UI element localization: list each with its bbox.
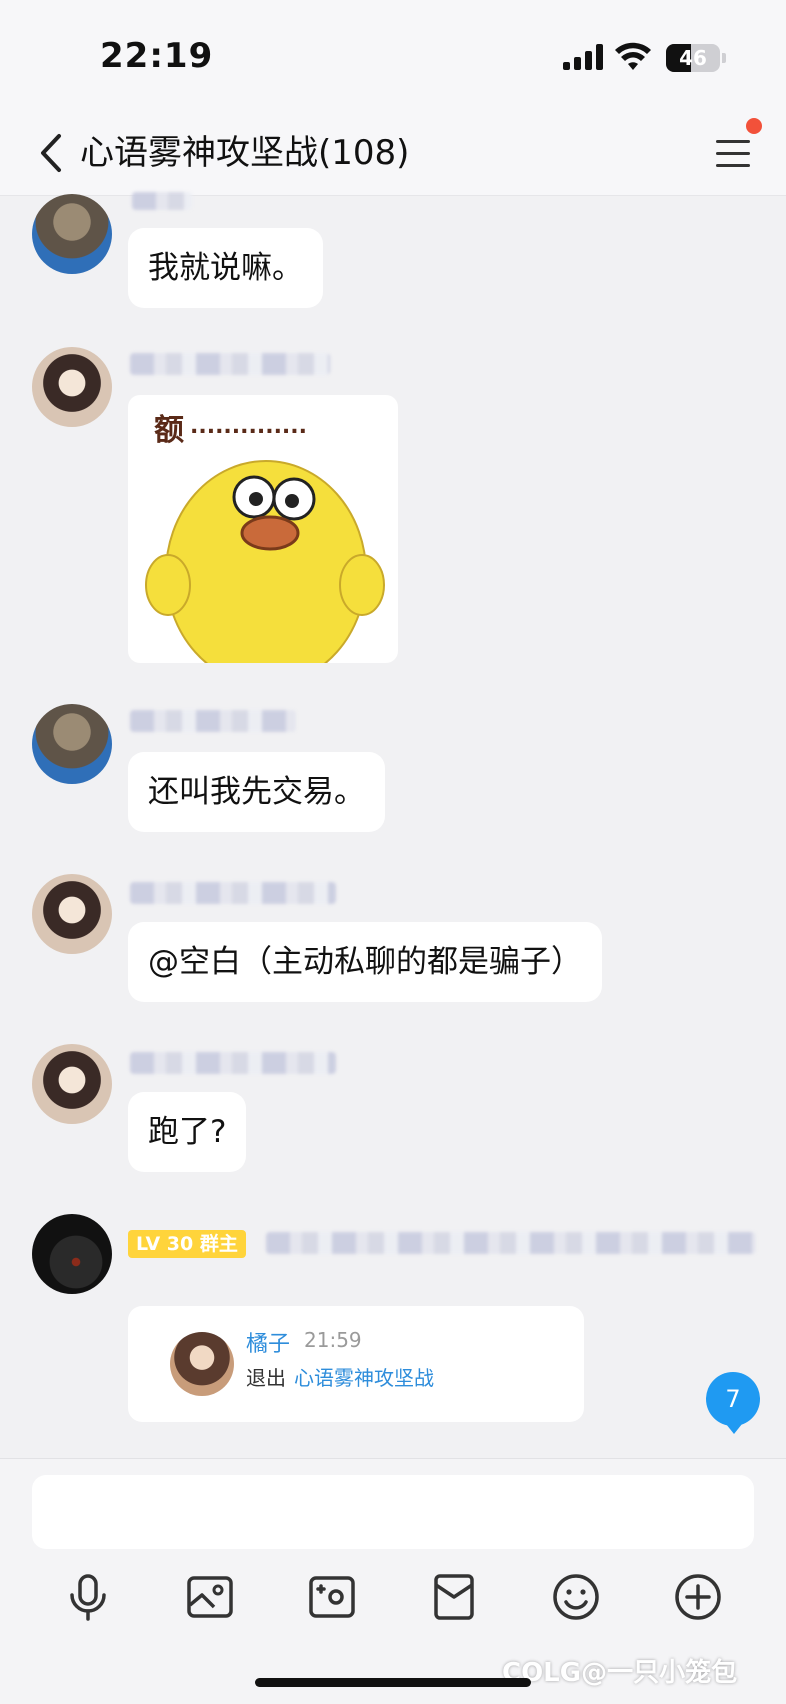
chat-header: 心语雾神攻坚战(108) — [0, 110, 786, 196]
anime-boy-avatar-2[interactable] — [32, 874, 112, 954]
microphone-icon — [70, 1574, 106, 1621]
sender-name-redacted — [266, 1232, 756, 1254]
chevron-left-icon — [41, 134, 61, 172]
sender-name-redacted — [130, 710, 296, 732]
camera-button[interactable] — [302, 1567, 362, 1627]
message-item: 跑了? — [0, 1040, 786, 1180]
camera-icon — [309, 1576, 355, 1618]
status-bar: 22:19 46 — [0, 0, 786, 110]
voice-button[interactable] — [58, 1567, 118, 1627]
message-bubble[interactable]: 跑了? — [128, 1092, 247, 1172]
sticker-image[interactable]: 额 .............. — [128, 395, 398, 663]
message-bubble[interactable]: 我就说嘛。 — [128, 228, 323, 308]
exit-action: 退出 — [246, 1366, 286, 1390]
battery-icon: 46 — [666, 44, 720, 72]
message-bubble[interactable]: @空白（主动私聊的都是骗子） — [128, 922, 602, 1002]
message-item: 额 .............. — [0, 345, 786, 665]
member-avatar[interactable] — [170, 1332, 234, 1396]
anime-boy-avatar-2[interactable] — [32, 1044, 112, 1124]
back-button[interactable] — [26, 128, 76, 178]
sender-name-redacted — [130, 353, 330, 375]
message-item: @空白（主动私聊的都是骗子） — [0, 870, 786, 1010]
cellular-signal-icon — [563, 44, 605, 70]
exit-time: 21:59 — [304, 1328, 362, 1352]
message-input[interactable] — [32, 1475, 754, 1549]
plus-icon — [675, 1574, 721, 1620]
svg-text:..............: .............. — [190, 414, 307, 439]
member-exit-card[interactable]: 橘子 21:59 退出 心语雾神攻坚战 — [128, 1306, 584, 1422]
red-packet-icon — [434, 1574, 474, 1620]
status-time: 22:19 — [100, 36, 214, 76]
anime-boy-avatar[interactable] — [32, 704, 112, 784]
battery-tip — [722, 53, 726, 63]
member-name[interactable]: 橘子 — [246, 1326, 290, 1358]
message-item: 我就说嘛。 — [0, 192, 786, 316]
menu-button[interactable] — [712, 132, 756, 176]
photo-button[interactable] — [180, 1567, 240, 1627]
battery-level: 46 — [679, 46, 707, 70]
sender-name-redacted — [130, 1052, 336, 1074]
message-bubble[interactable]: 还叫我先交易。 — [128, 752, 385, 832]
red-packet-button[interactable] — [424, 1567, 484, 1627]
message-item: 还叫我先交易。 — [0, 700, 786, 840]
notification-dot — [746, 118, 762, 134]
unread-count-badge[interactable]: 7 — [706, 1372, 760, 1434]
more-button[interactable] — [668, 1567, 728, 1627]
dark-photo-avatar[interactable] — [32, 1214, 112, 1294]
sender-name-redacted — [130, 882, 336, 904]
wifi-icon — [615, 42, 651, 70]
chat-title: 心语雾神攻坚战(108) — [80, 133, 410, 173]
yellow-bird-sticker: .............. — [145, 414, 385, 663]
level-owner-badge: LV 30 群主 — [128, 1230, 246, 1258]
home-indicator[interactable] — [255, 1678, 531, 1687]
group-link[interactable]: 心语雾神攻坚战 — [294, 1362, 434, 1391]
emoji-icon — [553, 1574, 599, 1620]
anime-boy-avatar[interactable] — [32, 194, 112, 274]
message-item: LV 30 群主 橘子 21:59 退出 心语雾神攻坚战 — [0, 1210, 786, 1430]
anime-boy-avatar-2[interactable] — [32, 347, 112, 427]
sender-name-redacted — [132, 192, 192, 210]
image-icon — [187, 1576, 233, 1618]
emoji-button[interactable] — [546, 1567, 606, 1627]
watermark: COLG@一只小笼包 — [502, 1658, 738, 1688]
